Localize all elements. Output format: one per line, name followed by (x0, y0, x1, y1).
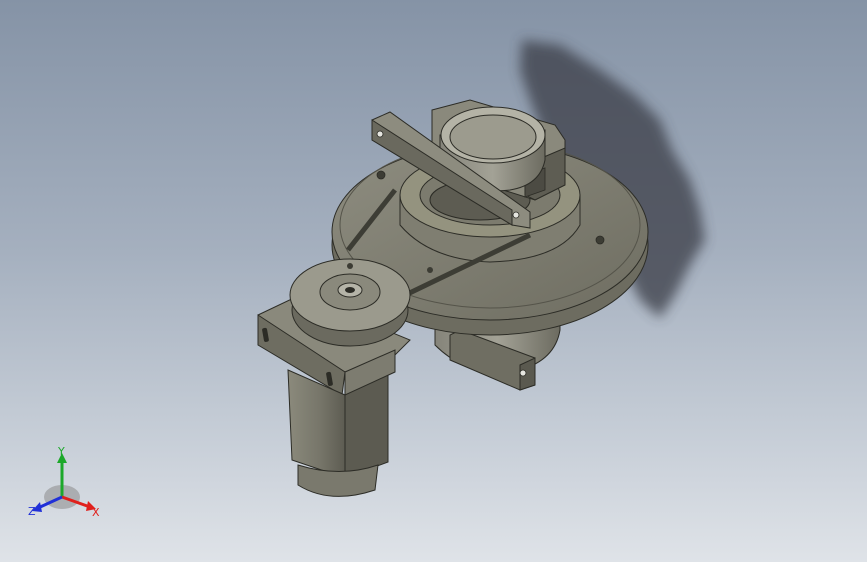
small-pulley[interactable] (289, 258, 411, 347)
y-axis-label: Y (57, 445, 65, 458)
z-axis-label: Z (28, 505, 36, 518)
orientation-triad[interactable]: Y X Z (20, 445, 110, 525)
model-scene[interactable] (0, 0, 867, 562)
x-axis-label: X (92, 506, 100, 519)
graphics-viewport[interactable]: Y X Z (0, 0, 867, 562)
